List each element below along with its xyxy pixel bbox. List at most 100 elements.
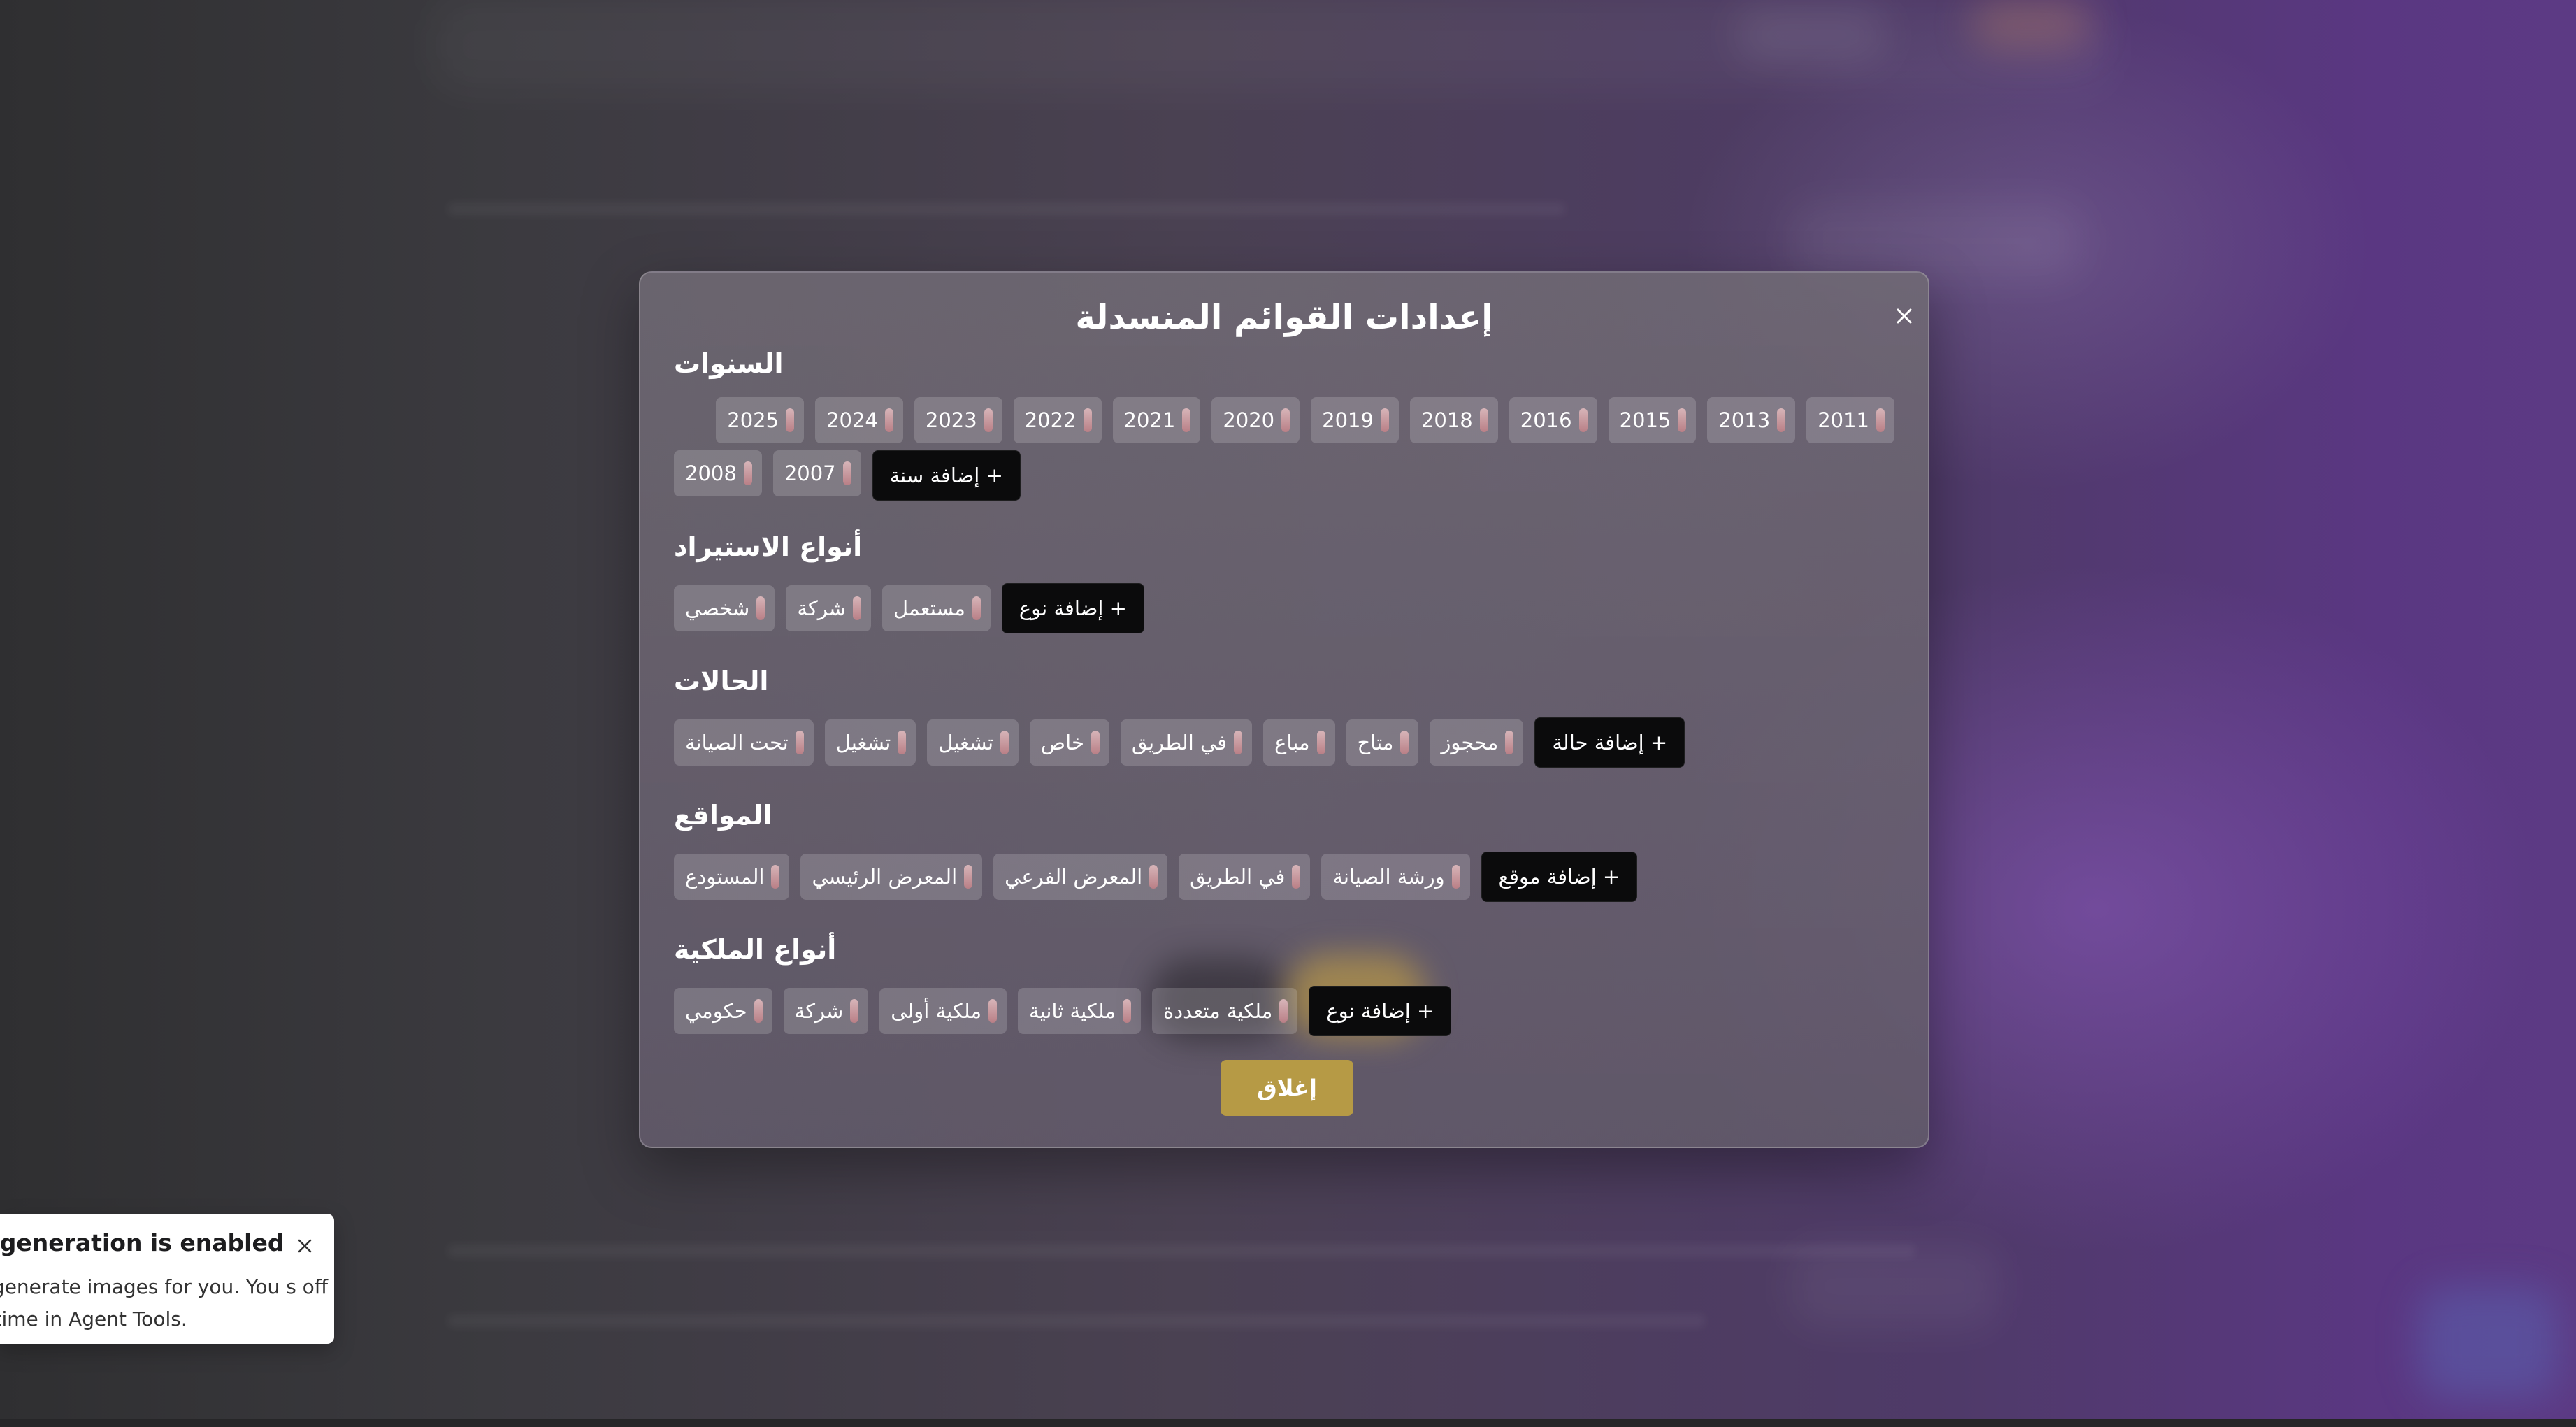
remove-handle[interactable]: [1292, 865, 1301, 889]
years-row-1: 2011 2013 2015 2016 2018 2019 2020 2021 …: [674, 397, 1894, 443]
chip-status: تشغيل: [824, 719, 916, 766]
remove-handle[interactable]: [984, 408, 993, 432]
chip-label: 2023: [925, 408, 977, 432]
notification-toast: age generation is enabled ow generate im…: [0, 1214, 334, 1344]
chip-year: 2023: [914, 397, 1002, 443]
remove-handle[interactable]: [1451, 865, 1460, 889]
remove-handle[interactable]: [1479, 408, 1488, 432]
chip-label: مباع: [1274, 731, 1310, 754]
chip-location: المعرض الرئيسي: [800, 854, 983, 900]
remove-handle[interactable]: [1083, 408, 1092, 432]
remove-handle[interactable]: [898, 731, 907, 754]
locations-row: المستودع المعرض الرئيسي المعرض الفرعي في…: [674, 852, 1894, 902]
chip-label: ملكية متعددة: [1163, 999, 1273, 1023]
years-row-2: 2008 2007 إضافة سنة +: [674, 450, 1894, 501]
chip-label: ملكية أولى: [891, 999, 982, 1023]
remove-handle[interactable]: [1578, 408, 1588, 432]
add-location-button[interactable]: إضافة موقع +: [1481, 852, 1638, 902]
chip-label: في الطريق: [1131, 731, 1228, 754]
chip-label: 2016: [1520, 408, 1572, 432]
chip-location: المعرض الفرعي: [993, 854, 1168, 900]
chip-year: 2013: [1707, 397, 1796, 443]
chip-year: 2016: [1509, 397, 1597, 443]
add-ownership-type-button[interactable]: إضافة نوع +: [1309, 986, 1452, 1036]
chip-label: المستودع: [685, 865, 765, 889]
chip-year: 2008: [674, 450, 762, 496]
chip-ownership-type: حكومي: [674, 988, 772, 1034]
chip-label: 2013: [1718, 408, 1771, 432]
remove-handle[interactable]: [795, 731, 804, 754]
chip-status: تشغيل: [927, 719, 1019, 766]
remove-handle[interactable]: [1149, 865, 1158, 889]
chip-location: المستودع: [674, 854, 790, 900]
dropdown-settings-modal: إعدادات القوائم المنسدلة السنوات 2011 20…: [639, 271, 1929, 1148]
chip-label: حكومي: [685, 999, 747, 1023]
toast-body: ow generate images for you. You s off an…: [0, 1275, 329, 1331]
remove-handle[interactable]: [850, 999, 859, 1023]
chip-label: 2021: [1123, 408, 1176, 432]
ownership-types-row: حكومي شركة ملكية أولى ملكية ثانية ملكية …: [674, 986, 1894, 1036]
chip-label: خاص: [1041, 731, 1084, 754]
chip-label: 2020: [1223, 408, 1275, 432]
remove-handle[interactable]: [1380, 408, 1389, 432]
remove-handle[interactable]: [853, 596, 861, 620]
add-status-button[interactable]: إضافة حالة +: [1534, 717, 1685, 768]
chip-label: تشغيل: [835, 731, 891, 754]
add-year-button[interactable]: إضافة سنة +: [872, 450, 1021, 501]
remove-handle[interactable]: [1777, 408, 1786, 432]
chip-import-type: مستعمل: [882, 585, 991, 631]
chip-label: المعرض الفرعي: [1005, 865, 1143, 889]
remove-handle[interactable]: [756, 596, 765, 620]
remove-handle[interactable]: [1182, 408, 1191, 432]
chip-label: شركة: [794, 999, 844, 1023]
chip-label: 2024: [826, 408, 878, 432]
chip-year: 2015: [1608, 397, 1697, 443]
remove-handle[interactable]: [1316, 731, 1325, 754]
remove-handle[interactable]: [754, 999, 763, 1023]
chip-status: متاح: [1346, 719, 1419, 766]
chip-label: 2011: [1818, 408, 1869, 432]
modal-close-button[interactable]: [1889, 301, 1920, 331]
remove-handle[interactable]: [884, 408, 893, 432]
remove-handle[interactable]: [743, 461, 752, 485]
chip-import-type: شخصي: [674, 585, 775, 631]
remove-handle[interactable]: [988, 999, 998, 1023]
remove-handle[interactable]: [1000, 731, 1009, 754]
chip-label: مستعمل: [893, 596, 965, 620]
remove-handle[interactable]: [972, 596, 981, 620]
remove-handle[interactable]: [1279, 999, 1288, 1023]
chip-year: 2019: [1311, 397, 1399, 443]
remove-handle[interactable]: [1281, 408, 1290, 432]
remove-handle[interactable]: [1091, 731, 1100, 754]
chip-ownership-type: شركة: [783, 988, 869, 1034]
remove-handle[interactable]: [842, 461, 851, 485]
statuses-row: تحت الصيانة تشغيل تشغيل خاص في الطريق مب…: [674, 717, 1894, 768]
close-icon: [1897, 308, 1912, 324]
chip-year: 2020: [1211, 397, 1300, 443]
remove-handle[interactable]: [771, 865, 780, 889]
toast-close-button[interactable]: [292, 1233, 317, 1259]
chip-status: خاص: [1030, 719, 1109, 766]
section-title-years: السنوات: [674, 348, 784, 379]
chip-year: 2007: [772, 450, 861, 496]
remove-handle[interactable]: [1678, 408, 1687, 432]
chip-label: تشغيل: [938, 731, 994, 754]
remove-handle[interactable]: [1234, 731, 1243, 754]
chip-location: ورشة الصيانة: [1321, 854, 1470, 900]
chip-label: شخصي: [685, 596, 750, 620]
add-import-type-button[interactable]: إضافة نوع +: [1001, 583, 1144, 633]
chip-label: 2019: [1322, 408, 1374, 432]
remove-handle[interactable]: [964, 865, 973, 889]
remove-handle[interactable]: [1876, 408, 1885, 432]
remove-handle[interactable]: [1123, 999, 1131, 1023]
modal-close-footer-button[interactable]: إغلاق: [1221, 1060, 1353, 1116]
chip-label: 2015: [1619, 408, 1671, 432]
remove-handle[interactable]: [1505, 731, 1514, 754]
remove-handle[interactable]: [786, 408, 795, 432]
chip-label: المعرض الرئيسي: [812, 865, 958, 889]
bottom-edge: [0, 1419, 2576, 1427]
remove-handle[interactable]: [1400, 731, 1409, 754]
chip-label: متاح: [1357, 731, 1394, 754]
chip-year: 2021: [1112, 397, 1201, 443]
chip-label: ورشة الصيانة: [1332, 865, 1445, 889]
